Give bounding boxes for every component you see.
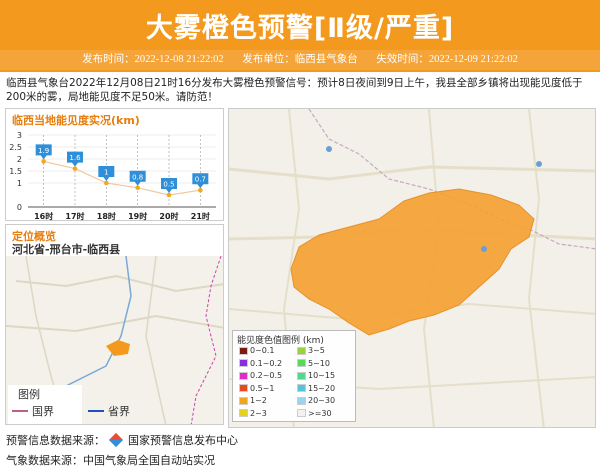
legend-title: 图例 [18,388,40,401]
legend-swatch [239,396,248,405]
legend-label: 1~2 [250,396,267,405]
map-marker-icon [536,161,542,167]
legend-label: 20~30 [308,396,336,405]
map-legend-item: 0.5~1 [239,384,275,394]
x-tick-label: 21时 [191,211,210,221]
map-legend-item: 2~3 [239,409,267,419]
legend-label: 0~0.1 [250,346,275,355]
y-tick-label: 3 [17,131,22,140]
legend-country: 国界 [32,405,54,418]
issuer: 发布单位：临西县气象台 [242,54,358,65]
y-tick-label: 1 [17,179,22,188]
map-legend-item: 15~20 [297,384,335,394]
data-label: 0.8 [132,173,143,181]
location-panel: 定位概览 河北省-邢台市-临西县 图例 国界 省界 [5,224,224,425]
map-legend-item: 5~10 [297,359,330,369]
legend-label: 5~10 [308,358,330,368]
legend-swatch [297,396,306,405]
publish-time: 发布时间：2022-12-08 21:22:02 [82,54,224,65]
visibility-title: 临西当地能见度实况(km) [12,114,140,127]
province-border-icon [88,410,104,412]
data-point [166,192,172,198]
y-tick-label: 0 [17,203,22,212]
y-tick-label: 2 [17,155,22,164]
page-title: 大雾橙色预警[Ⅱ级/严重] [145,13,455,44]
legend-label: 0.2~0.5 [250,371,283,380]
x-tick-label: 18时 [97,211,116,221]
footer-line-1: 预警信息数据来源： 国家预警信息发布中心 [6,432,238,448]
legend-label: 0.1~0.2 [250,358,283,368]
data-label: 0.5 [163,181,174,189]
visibility-panel: 临西当地能见度实况(km) 0 1 1.5 2 2.5 3 16时 17时 18时 19时 20时 2… [5,108,224,221]
country-border-icon [12,410,28,412]
map-legend-item: 0.1~0.2 [239,359,282,369]
legend-province: 省界 [108,405,130,418]
legend-swatch [297,384,306,392]
map-legend-title: 能见度色值图例 (km) [237,336,324,346]
legend-label: 10~15 [308,371,336,380]
map-legend-item: 10~15 [297,371,335,381]
data-label: 1 [104,169,108,177]
map-legend-item: >=30 [297,409,332,419]
data-point [104,180,109,186]
expire-time: 失效时间：2022-12-09 21:22:02 [376,54,518,65]
overview-legend: 图例 国界 [8,385,82,424]
map-legend: 能见度色值图例 (km) 0~0.1 3~5 0.1~0.2 5~10 0.2~0.5 1… [232,330,356,422]
legend-swatch [239,371,248,380]
header-banner: 大雾橙色预警[Ⅱ级/严重] 发布时间：2022-12-08 21:22:02 发… [0,0,600,72]
y-tick-label: 1.5 [9,167,22,176]
data-point [198,187,203,193]
x-tick-label: 17时 [65,211,84,221]
warning-page: 大雾橙色预警[Ⅱ级/严重] 发布时间：2022-12-08 21:22:02 发… [0,0,600,471]
warning-description: 临西县气象台2022年12月08日21时16分发布大雾橙色预警信号：预计8日夜间… [6,77,583,103]
legend-swatch [239,384,248,392]
map-legend-item: 0~0.1 [239,346,275,356]
legend-label: 2~3 [250,408,267,418]
legend-label: 3~5 [308,346,325,355]
legend-swatch [297,409,306,417]
legend-swatch [239,359,248,367]
map-marker-icon [326,146,332,152]
location-region: 河北省-邢台市-临西县 [12,243,121,256]
map-marker-icon [481,246,487,252]
visibility-chart: 0 1 1.5 2 2.5 3 16时 17时 18时 19时 20时 21时 1.9 1.6 1 0.8 0.… [9,131,216,221]
footer-line-2: 气象数据来源：中国气象局全国自动站实况 [6,454,215,467]
footer-label-1: 预警信息数据来源： [6,434,105,447]
meta-bar: 发布时间：2022-12-08 21:22:02 发布单位：临西县气象台 失效时… [0,50,600,70]
map-legend-item: 20~30 [297,396,335,406]
data-point [41,159,46,164]
legend-swatch [297,359,306,367]
x-tick-label: 16时 [34,211,53,221]
data-point [72,166,78,171]
data-point [135,185,140,191]
legend-swatch [297,371,306,380]
legend-swatch [297,346,306,355]
map-legend-item: 1~2 [239,396,267,406]
footer-source-1[interactable]: 国家预警信息发布中心 [128,434,238,447]
data-label: 1.9 [38,147,49,155]
x-tick-label: 19时 [128,211,147,221]
map-legend-item: 3~5 [297,346,325,356]
data-label: 1.6 [69,154,81,162]
legend-label: >=30 [308,408,332,418]
legend-label: 15~20 [308,383,336,393]
map-legend-item: 0.2~0.5 [239,371,282,381]
nmc-logo-icon [108,432,123,448]
legend-swatch [239,409,248,417]
data-label: 0.7 [195,176,206,184]
y-tick-label: 2.5 [9,143,22,152]
legend-label: 0.5~1 [250,383,275,393]
legend-swatch [239,346,248,355]
x-tick-label: 20时 [159,211,178,221]
